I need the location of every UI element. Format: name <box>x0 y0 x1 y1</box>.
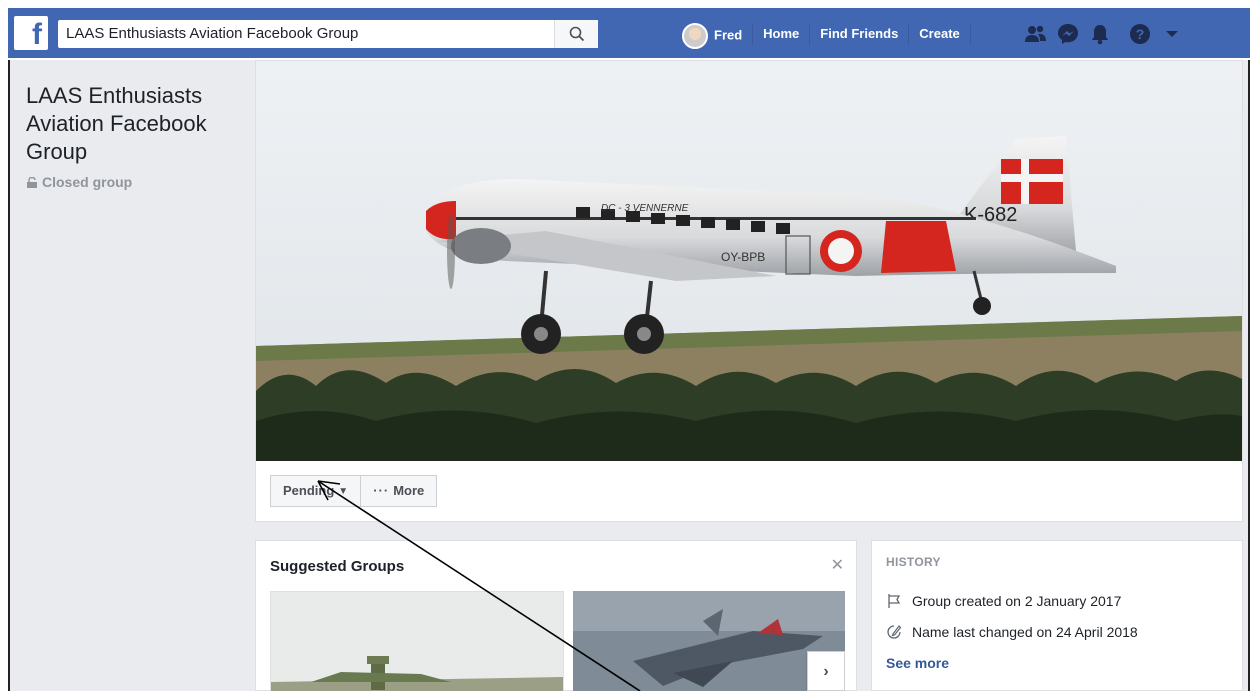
history-renamed-row: Name last changed on 24 April 2018 <box>886 624 1138 640</box>
cover-registration: OY-BPB <box>721 250 765 264</box>
suggested-group-image[interactable] <box>270 591 564 691</box>
top-navigation-bar: f LAAS Enthusiasts Aviation Facebook Gro… <box>0 0 1250 60</box>
avatar <box>682 23 708 49</box>
nav-home[interactable]: Home <box>753 23 811 45</box>
history-created-text: Group created on 2 January 2017 <box>912 593 1122 609</box>
history-heading: HISTORY <box>886 555 941 569</box>
history-renamed-text: Name last changed on 24 April 2018 <box>912 624 1138 640</box>
help-icon[interactable]: ? <box>1124 20 1156 48</box>
more-dots-icon: ··· <box>373 483 390 498</box>
search-icon <box>569 26 585 42</box>
history-card: HISTORY Group created on 2 January 2017 … <box>871 540 1243 691</box>
close-icon[interactable]: ✕ <box>831 555 844 575</box>
group-action-buttons: Pending ▼ ··· More <box>270 475 438 507</box>
more-button[interactable]: ··· More <box>361 475 438 507</box>
nav-icon-group: ? <box>1020 20 1188 48</box>
group-privacy-label: Closed group <box>42 174 133 190</box>
search-input[interactable]: LAAS Enthusiasts Aviation Facebook Group <box>58 20 598 48</box>
nav-profile[interactable]: Fred <box>672 23 754 49</box>
see-more-link[interactable]: See more <box>886 655 949 671</box>
flag-icon <box>888 594 901 608</box>
main-nav: Fred Home Find Friends Create <box>672 20 971 49</box>
left-sidebar: LAAS Enthusiasts Aviation Facebook Group… <box>8 60 243 691</box>
cover-card: K-682 DC - 3 VENNERNE OY-BPB Pending ▼ ·… <box>255 60 1243 522</box>
facebook-logo-icon[interactable]: f <box>14 16 48 51</box>
edit-icon <box>887 625 902 639</box>
chevron-down-icon: ▼ <box>338 486 349 497</box>
group-privacy: Closed group <box>26 174 132 190</box>
suggested-group-image[interactable]: › <box>573 591 845 691</box>
messenger-icon[interactable] <box>1052 20 1084 48</box>
search-button[interactable] <box>554 20 598 48</box>
suggested-groups-card: Suggested Groups ✕ › <box>255 540 857 691</box>
search-input-value[interactable]: LAAS Enthusiasts Aviation Facebook Group <box>66 25 358 42</box>
nav-profile-name: Fred <box>714 27 743 43</box>
pending-button-label: Pending <box>283 483 335 498</box>
suggested-groups-title: Suggested Groups <box>270 558 405 575</box>
lock-icon <box>27 177 37 188</box>
friend-requests-icon[interactable] <box>1020 20 1052 48</box>
cover-photo[interactable]: K-682 DC - 3 VENNERNE OY-BPB <box>256 61 1242 461</box>
svg-text:?: ? <box>1136 26 1145 42</box>
history-created-row: Group created on 2 January 2017 <box>886 593 1121 609</box>
nav-find-friends[interactable]: Find Friends <box>810 23 910 45</box>
group-title[interactable]: LAAS Enthusiasts Aviation Facebook Group <box>26 82 236 166</box>
nav-create[interactable]: Create <box>909 23 971 45</box>
account-menu-icon[interactable] <box>1156 20 1188 48</box>
notifications-icon[interactable] <box>1084 20 1116 48</box>
cover-aircraft-name: DC - 3 VENNERNE <box>601 203 689 214</box>
pending-button[interactable]: Pending ▼ <box>270 475 362 507</box>
next-arrow-button[interactable]: › <box>807 651 845 691</box>
more-button-label: More <box>393 483 425 498</box>
